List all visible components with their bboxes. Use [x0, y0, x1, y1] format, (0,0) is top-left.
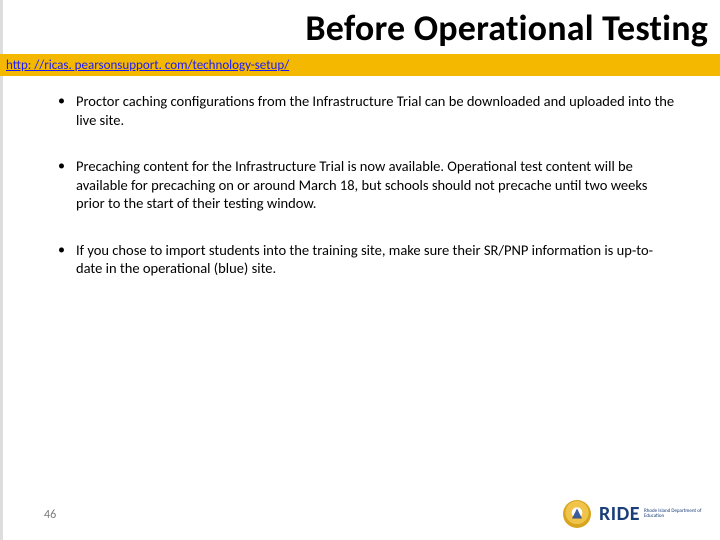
- list-item: If you chose to import students into the…: [56, 241, 676, 278]
- page-title: Before Operational Testing: [305, 6, 708, 50]
- footer-logo-group: RIDE Rhode Island Department of Educatio…: [563, 500, 704, 528]
- left-edge-decoration: [0, 0, 3, 540]
- bullet-list: Proctor caching configurations from the …: [56, 92, 676, 306]
- link-bar: http: //ricas. pearsonsupport. com/techn…: [0, 54, 720, 76]
- rhode-island-seal-icon: [563, 500, 591, 528]
- list-item: Proctor caching configurations from the …: [56, 92, 676, 129]
- page-number: 46: [44, 508, 56, 522]
- list-item: Precaching content for the Infrastructur…: [56, 157, 676, 213]
- slide: Before Operational Testing http: //ricas…: [0, 0, 720, 540]
- ride-logo-text: RIDE: [599, 502, 640, 526]
- ride-logo: RIDE Rhode Island Department of Educatio…: [599, 502, 704, 526]
- ride-logo-subtext: Rhode Island Department of Education: [644, 509, 704, 520]
- tech-setup-link[interactable]: http: //ricas. pearsonsupport. com/techn…: [6, 58, 289, 73]
